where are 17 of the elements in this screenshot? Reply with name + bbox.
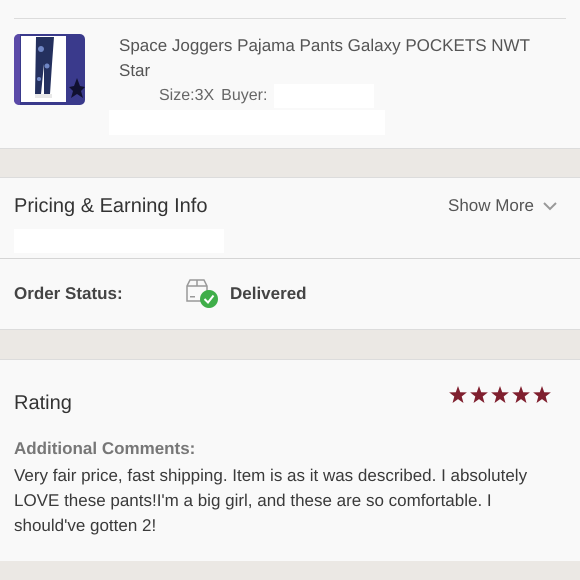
star-icon bbox=[491, 386, 509, 403]
star-icon bbox=[449, 386, 467, 403]
star-icon bbox=[512, 386, 530, 403]
item-title: Space Joggers Pajama Pants Galaxy POCKETS NWT Star bbox=[119, 35, 531, 82]
size-text: Size:3X bbox=[159, 86, 214, 106]
star-icon bbox=[533, 386, 551, 403]
comment-text: Very fair price, fast shipping. Item is as it was described. I absolutely LOVE these pants!I'm a big girl, and these are so comfortable. I should've gotten 2! bbox=[14, 464, 528, 536]
chevron-icon bbox=[542, 200, 558, 212]
comments-label: Additional Comments: bbox=[14, 438, 196, 460]
delivered-box-icon bbox=[186, 279, 219, 309]
star-icon bbox=[470, 386, 488, 403]
show-more-button[interactable]: Show More bbox=[448, 193, 558, 219]
order-status-value: Delivered bbox=[230, 283, 307, 306]
rating-title: Rating bbox=[14, 391, 72, 416]
buyer-label: Buyer: bbox=[221, 86, 268, 106]
order-status-label: Order Status: bbox=[14, 283, 124, 306]
section-title: Pricing & Earning Info bbox=[14, 194, 208, 219]
